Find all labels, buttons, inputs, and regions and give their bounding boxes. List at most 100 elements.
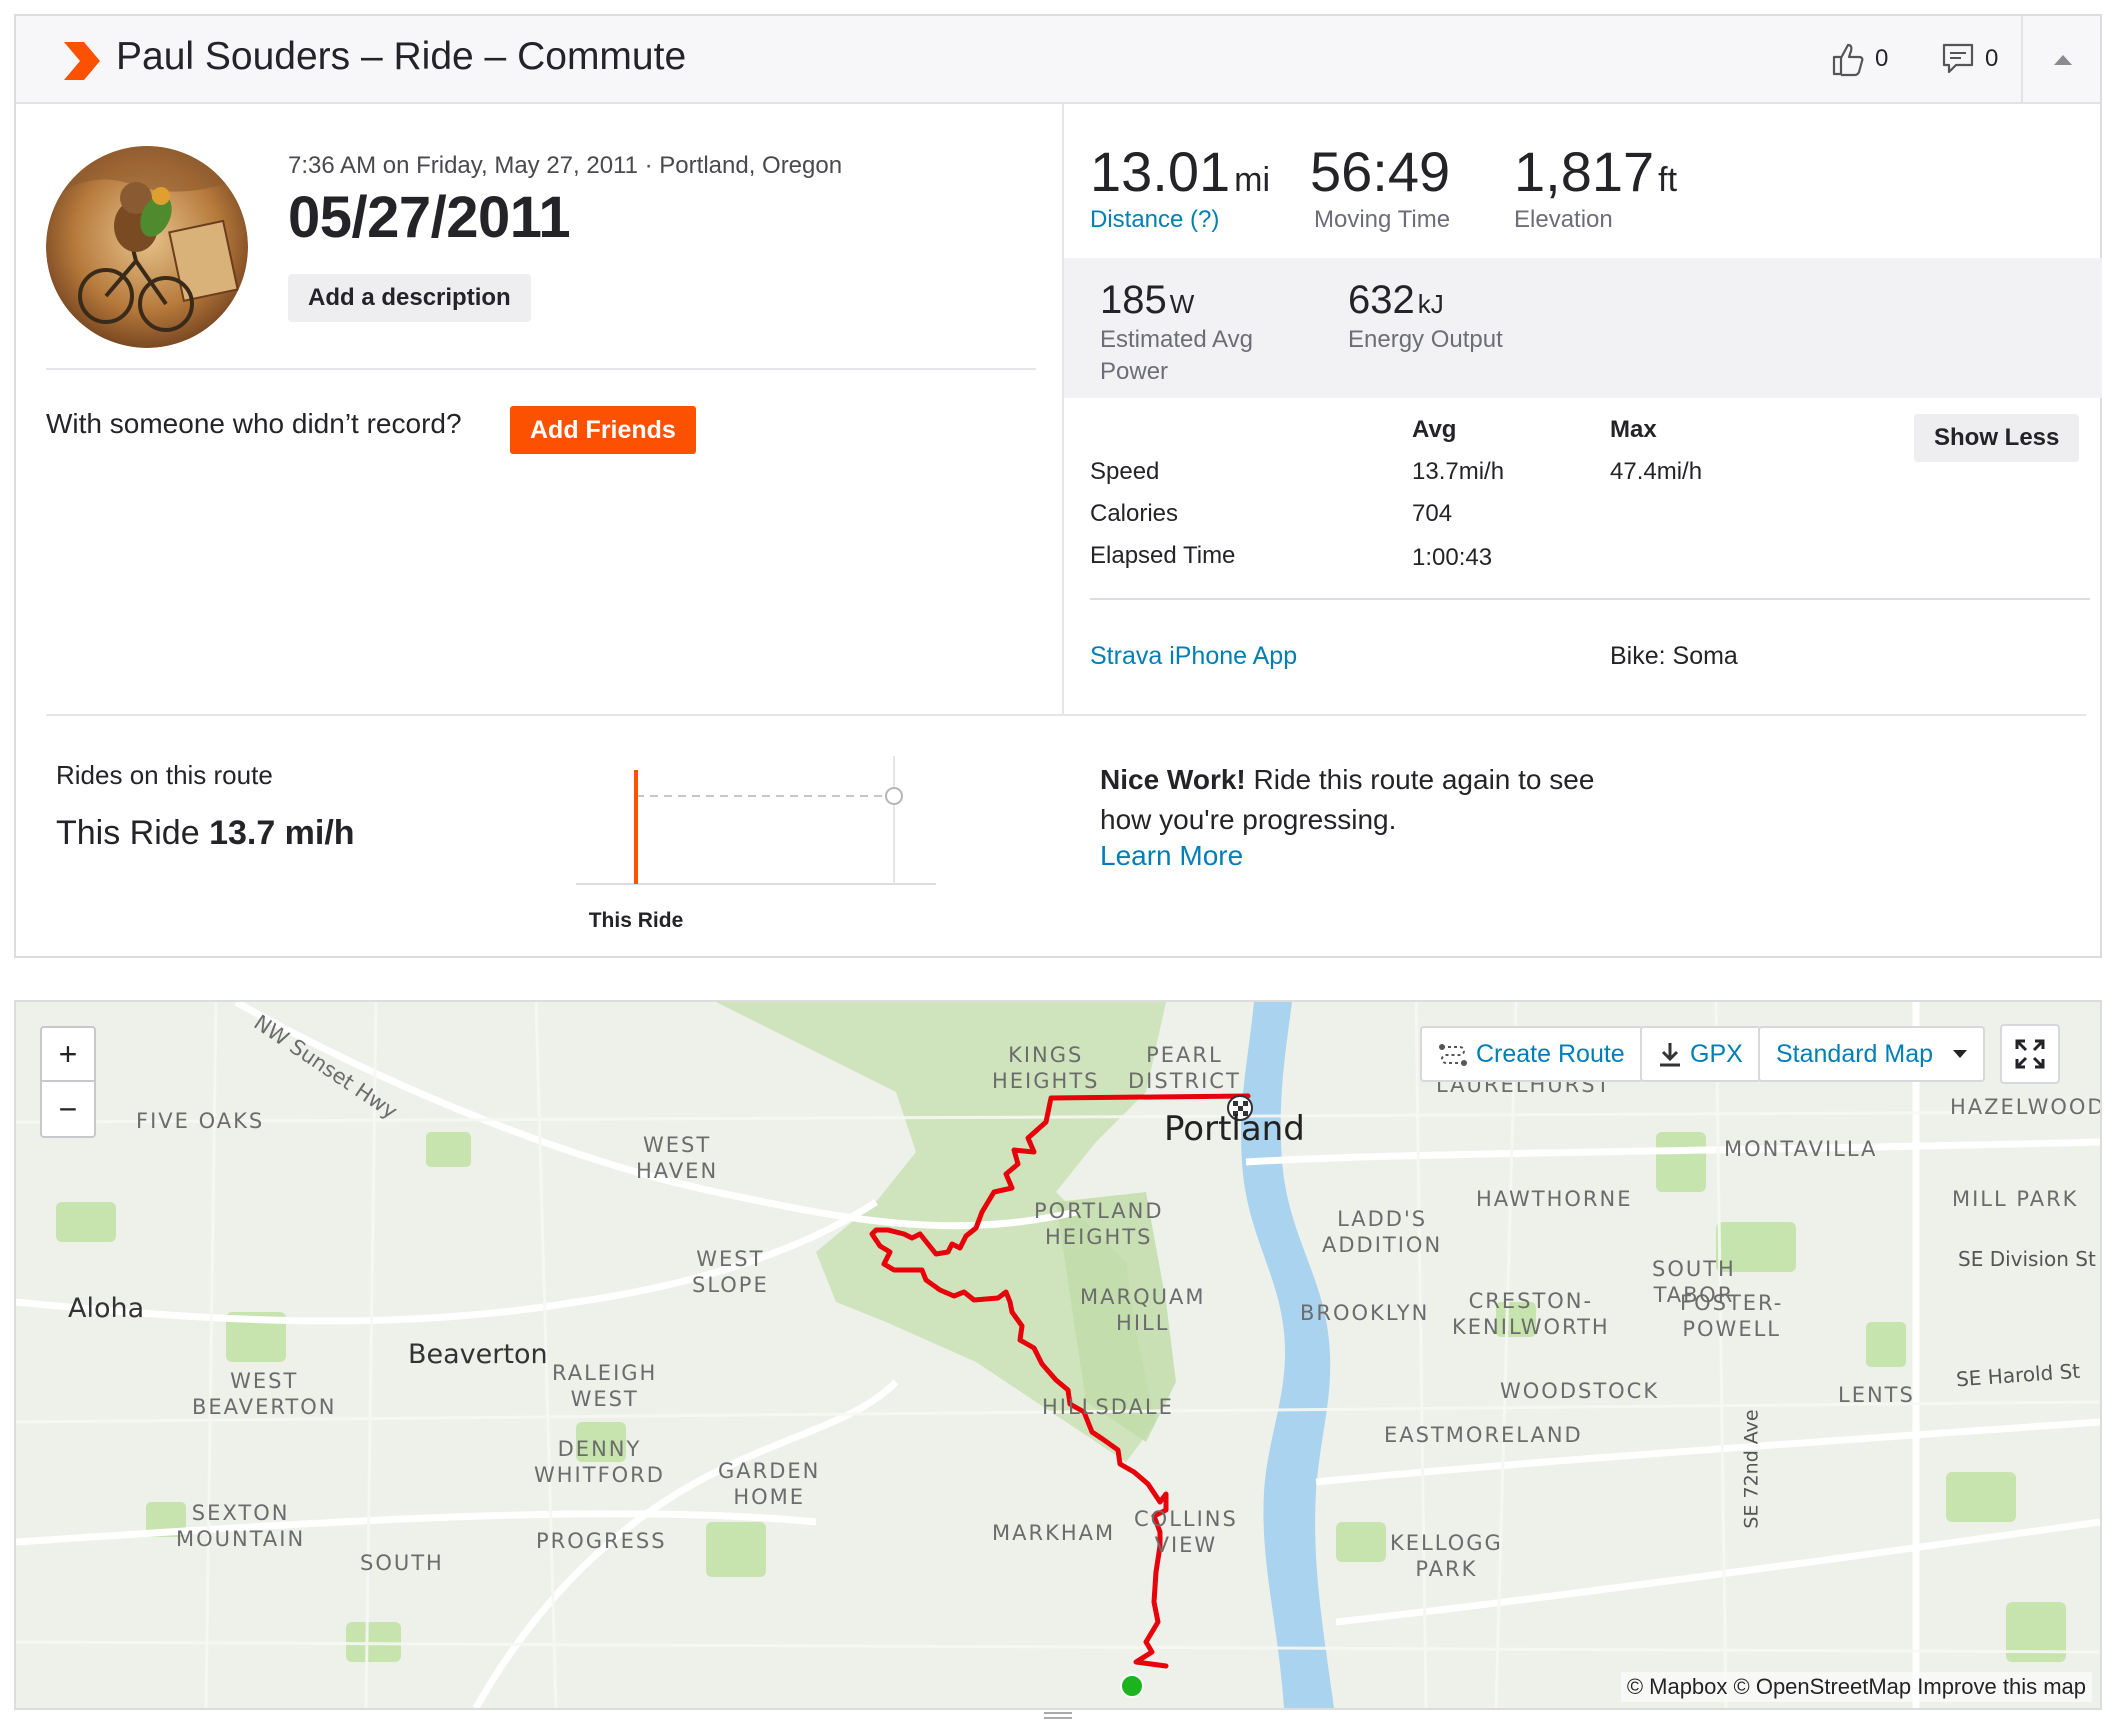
gpx-label: GPX [1690,1039,1743,1068]
sport-type-chevron-icon [64,42,100,80]
map-label-progress: PROGRESS [536,1529,667,1553]
route-section-label: Rides on this route [56,760,273,790]
map-label-se-division-st: SE Division St [1958,1247,2096,1271]
elevation-label: Elevation [1514,206,1613,233]
map-label-beaverton: Beaverton [408,1339,548,1370]
power-label-line2: Power [1100,358,1169,385]
map-label-brooklyn: BROOKLYN [1300,1301,1430,1325]
add-friends-button[interactable]: Add Friends [510,406,696,454]
device-link[interactable]: Strava iPhone App [1090,642,1297,671]
distance-stat: 13.01 mi Distance (?) [1090,140,1270,234]
map-label-aloha: Aloha [68,1293,145,1324]
speed-label: Speed [1090,458,1160,485]
map-label-woodstock: WOODSTOCK [1500,1379,1660,1403]
map-label-denny-whitford: DENNY WHITFORD [534,1437,665,1487]
comment-icon [1942,43,1974,74]
map-label-se-72nd-ave: SE 72nd Ave [1740,1409,1763,1529]
speed-max: 47.4mi/h [1610,458,1703,485]
power-label-line1: Estimated Avg [1100,326,1253,353]
moving-time-label: Moving Time [1314,206,1451,233]
map-label-south: SOUTH [360,1551,444,1575]
elapsed-time-value: 1:00:43 [1412,544,1493,571]
map-label-kings-heights: KINGS HEIGHTS [992,1043,1100,1093]
map-label-west-haven: WEST HAVEN [636,1133,719,1183]
map-label-collins-view: COLLINS VIEW [1134,1507,1238,1557]
moving-time-value: 56:49 [1310,140,1451,203]
activity-map[interactable]: NW Sunset Hwy FIVE OAKS KINGS HEIGHTS PE… [14,1000,2102,1710]
kudos-button[interactable]: 0 [1831,36,1888,82]
distance-help-link[interactable]: Distance (?) [1090,206,1270,234]
friends-prompt: With someone who didn’t record? [46,408,462,439]
download-icon [1660,1043,1680,1067]
speed-avg: 13.7mi/h [1412,458,1505,485]
activity-name[interactable]: 05/27/2011 [288,184,571,251]
secondary-stats: 185 W Estimated Avg Power 632 kJ Energy Ou… [1064,258,2102,398]
avg-column-header: Avg [1412,416,1457,443]
calories-avg: 704 [1412,500,1453,527]
moving-time-stat: 56:49 Moving Time [1310,140,1450,234]
create-route-label: Create Route [1476,1039,1625,1068]
map-label-five-oaks: FIVE OAKS [136,1109,265,1133]
energy-value: 632 [1348,278,1415,322]
route-dotted-icon [1439,1044,1467,1066]
zoom-control: + − [40,1026,96,1138]
fullscreen-button[interactable] [2000,1024,2060,1084]
divider [46,368,1036,370]
distance-value: 13.01 [1090,140,1231,203]
create-route-button[interactable]: Create Route [1420,1026,1643,1082]
map-label-west-slope: WEST SLOPE [692,1247,769,1297]
route-speed-value: 13.7 mi/h [209,814,355,852]
elapsed-time-label: Elapsed Time [1090,542,1236,569]
map-canvas[interactable] [16,1002,2100,1708]
column-divider [1062,104,1064,714]
map-label-lents: LENTS [1838,1383,1915,1407]
max-column-header: Max [1610,416,1657,443]
map-type-select[interactable]: Standard Map [1758,1026,1986,1082]
resize-handle[interactable] [14,1710,2102,1722]
elevation-unit: ft [1658,161,1678,199]
map-label-portland: Portland [1164,1109,1305,1149]
map-label-markham: MARKHAM [992,1521,1116,1545]
start-marker[interactable] [1120,1674,1144,1698]
calories-label: Calories [1090,500,1179,527]
route-encouragement: Nice Work! Ride this route again to see … [1100,760,1600,840]
map-label-hillsdale: HILLSDALE [1042,1395,1174,1419]
add-description-button[interactable]: Add a description [288,274,531,322]
learn-more-link[interactable]: Learn More [1100,840,1243,872]
map-label-sexton-mountain: SEXTON MOUNTAIN [176,1501,306,1551]
map-label-marquam-hill: MARQUAM HILL [1080,1285,1206,1335]
athlete-avatar[interactable] [46,146,248,348]
map-label-hawthorne: HAWTHORNE [1476,1187,1633,1211]
chart-effort-point[interactable] [885,787,903,805]
zoom-out-button[interactable]: − [42,1082,94,1136]
thumbs-up-icon [1832,43,1864,77]
kudos-count: 0 [1875,45,1889,72]
map-label-creston-kenilworth: CRESTON- KENILWORTH [1452,1289,1610,1339]
expand-icon [2015,1039,2045,1069]
map-label-ladds-addition: LADD'S ADDITION [1322,1207,1443,1257]
route-efforts-chart[interactable]: This Ride [576,756,956,936]
energy-label: Energy Output [1348,326,1503,353]
power-stat: 185 W Estimated Avg Power [1100,278,1253,386]
map-label-portland-heights: PORTLAND HEIGHTS [1034,1199,1164,1249]
map-attribution[interactable]: © Mapbox © OpenStreetMap Improve this ma… [1620,1672,2092,1702]
show-less-button[interactable]: Show Less [1914,414,2080,462]
map-label-hazelwood: HAZELWOOD [1950,1095,2102,1119]
power-value: 185 [1100,278,1167,322]
elevation-value: 1,817 [1514,140,1655,203]
this-ride-marker[interactable] [634,770,638,884]
gpx-export-button[interactable]: GPX [1640,1026,1761,1082]
caret-down-icon [1953,1050,1968,1058]
map-label-raleigh-west: RALEIGH WEST [552,1361,658,1411]
divider [46,714,2086,716]
nice-work-bold: Nice Work! [1100,764,1246,795]
activity-date-location: 7:36 AM on Friday, May 27, 2011 · Portla… [288,152,843,179]
caret-up-icon [2053,55,2072,65]
activity-card: Paul Souders – Ride – Commute 0 0 7:36 A… [14,14,2102,958]
elevation-stat: 1,817 ft Elevation [1514,140,1677,234]
map-label-pearl-district: PEARL DISTRICT [1128,1043,1241,1093]
comments-button[interactable]: 0 [1941,36,1998,82]
bike-info: Bike: Soma [1610,642,1738,670]
zoom-in-button[interactable]: + [42,1028,94,1082]
collapse-button[interactable] [2021,16,2102,102]
